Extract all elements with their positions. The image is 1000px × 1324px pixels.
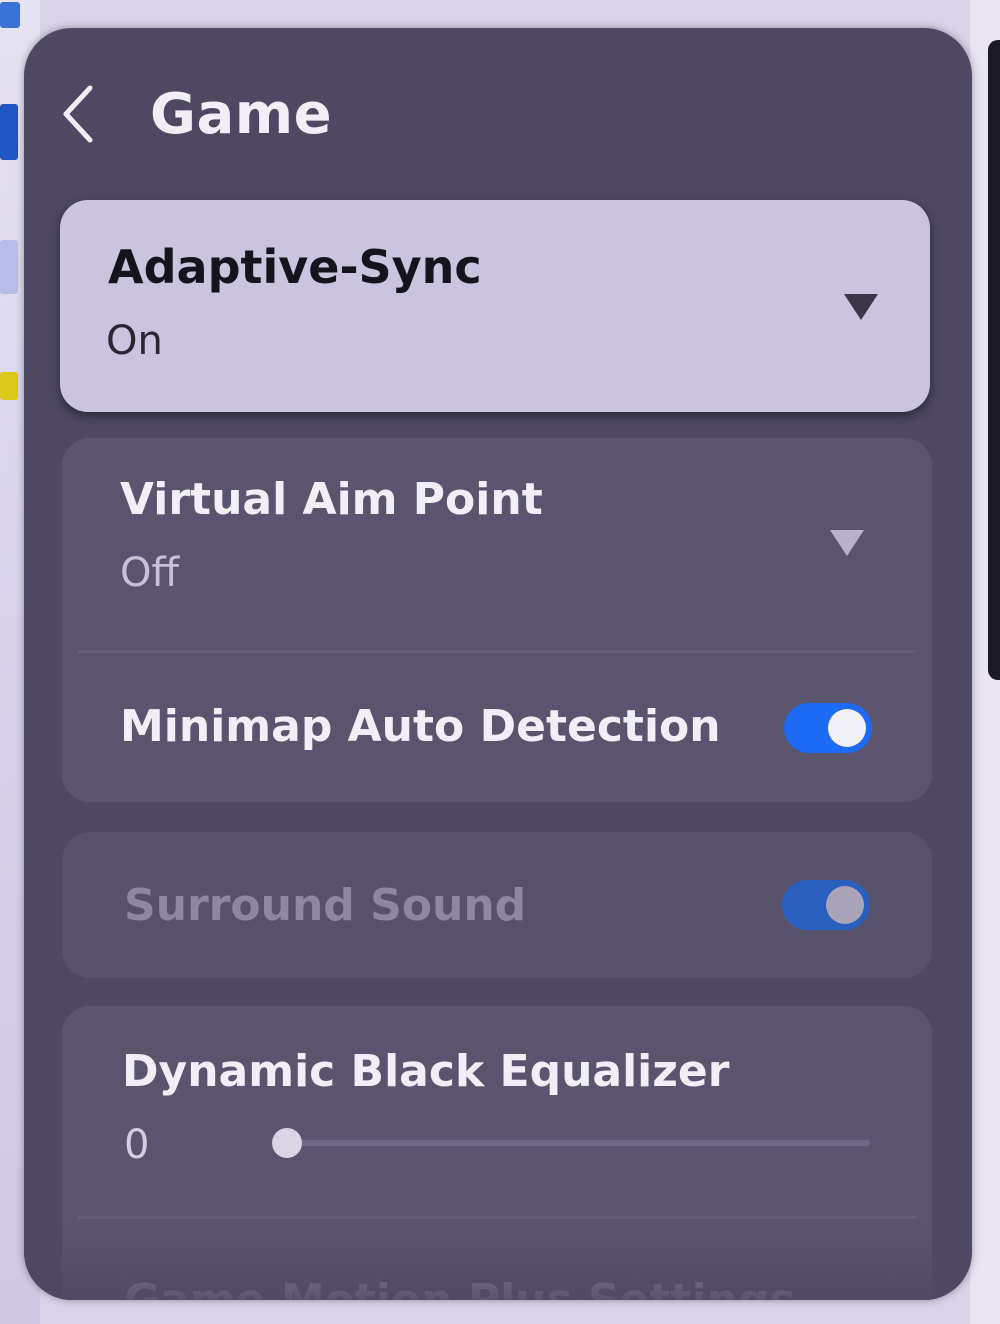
- equalizer-motion-group: Dynamic Black Equalizer 0 Game Motion Pl…: [62, 1006, 932, 1300]
- game-settings-panel: Game Adaptive-Sync On Virtual Aim Point …: [24, 28, 972, 1300]
- dynamic-black-equalizer-value: 0: [124, 1122, 150, 1168]
- toggle-knob: [828, 709, 866, 747]
- chevron-down-icon: [830, 530, 864, 556]
- chevron-down-icon: [844, 294, 878, 320]
- desktop-shortcut-icon[interactable]: [0, 2, 20, 28]
- surround-sound-toggle[interactable]: [782, 880, 870, 930]
- desktop-shortcut-icon[interactable]: [0, 240, 18, 294]
- minimap-auto-detection-row[interactable]: Minimap Auto Detection: [62, 653, 932, 802]
- desktop-shortcut-icon[interactable]: [0, 104, 18, 160]
- virtual-aim-point-dropdown[interactable]: Virtual Aim Point Off: [62, 438, 932, 650]
- adaptive-sync-label: Adaptive-Sync: [108, 240, 482, 294]
- page-title: Game: [150, 82, 333, 147]
- game-motion-plus-row[interactable]: Game Motion Plus Settings: [62, 1219, 932, 1300]
- dynamic-black-equalizer-slider-thumb[interactable]: [272, 1128, 302, 1158]
- minimap-auto-detection-toggle[interactable]: [784, 703, 872, 753]
- dynamic-black-equalizer-slider-track[interactable]: [284, 1140, 870, 1146]
- dynamic-black-equalizer-row: Dynamic Black Equalizer 0: [62, 1006, 932, 1216]
- dynamic-black-equalizer-label: Dynamic Black Equalizer: [122, 1046, 730, 1097]
- surround-sound-label: Surround Sound: [124, 880, 527, 931]
- minimap-auto-detection-label: Minimap Auto Detection: [120, 701, 721, 752]
- desktop-shortcut-icon[interactable]: [0, 372, 18, 400]
- adaptive-sync-value: On: [106, 318, 163, 364]
- aim-minimap-group: Virtual Aim Point Off Minimap Auto Detec…: [62, 438, 932, 802]
- toggle-knob: [826, 886, 864, 924]
- game-motion-plus-label: Game Motion Plus Settings: [124, 1275, 796, 1300]
- back-arrow-icon[interactable]: [60, 84, 100, 144]
- virtual-aim-point-value: Off: [120, 550, 180, 596]
- panel-header: Game: [24, 28, 972, 198]
- virtual-aim-point-label: Virtual Aim Point: [120, 474, 543, 525]
- surround-sound-row[interactable]: Surround Sound: [62, 832, 932, 978]
- adjacent-window-edge: [988, 40, 1000, 680]
- adaptive-sync-dropdown[interactable]: Adaptive-Sync On: [60, 200, 930, 412]
